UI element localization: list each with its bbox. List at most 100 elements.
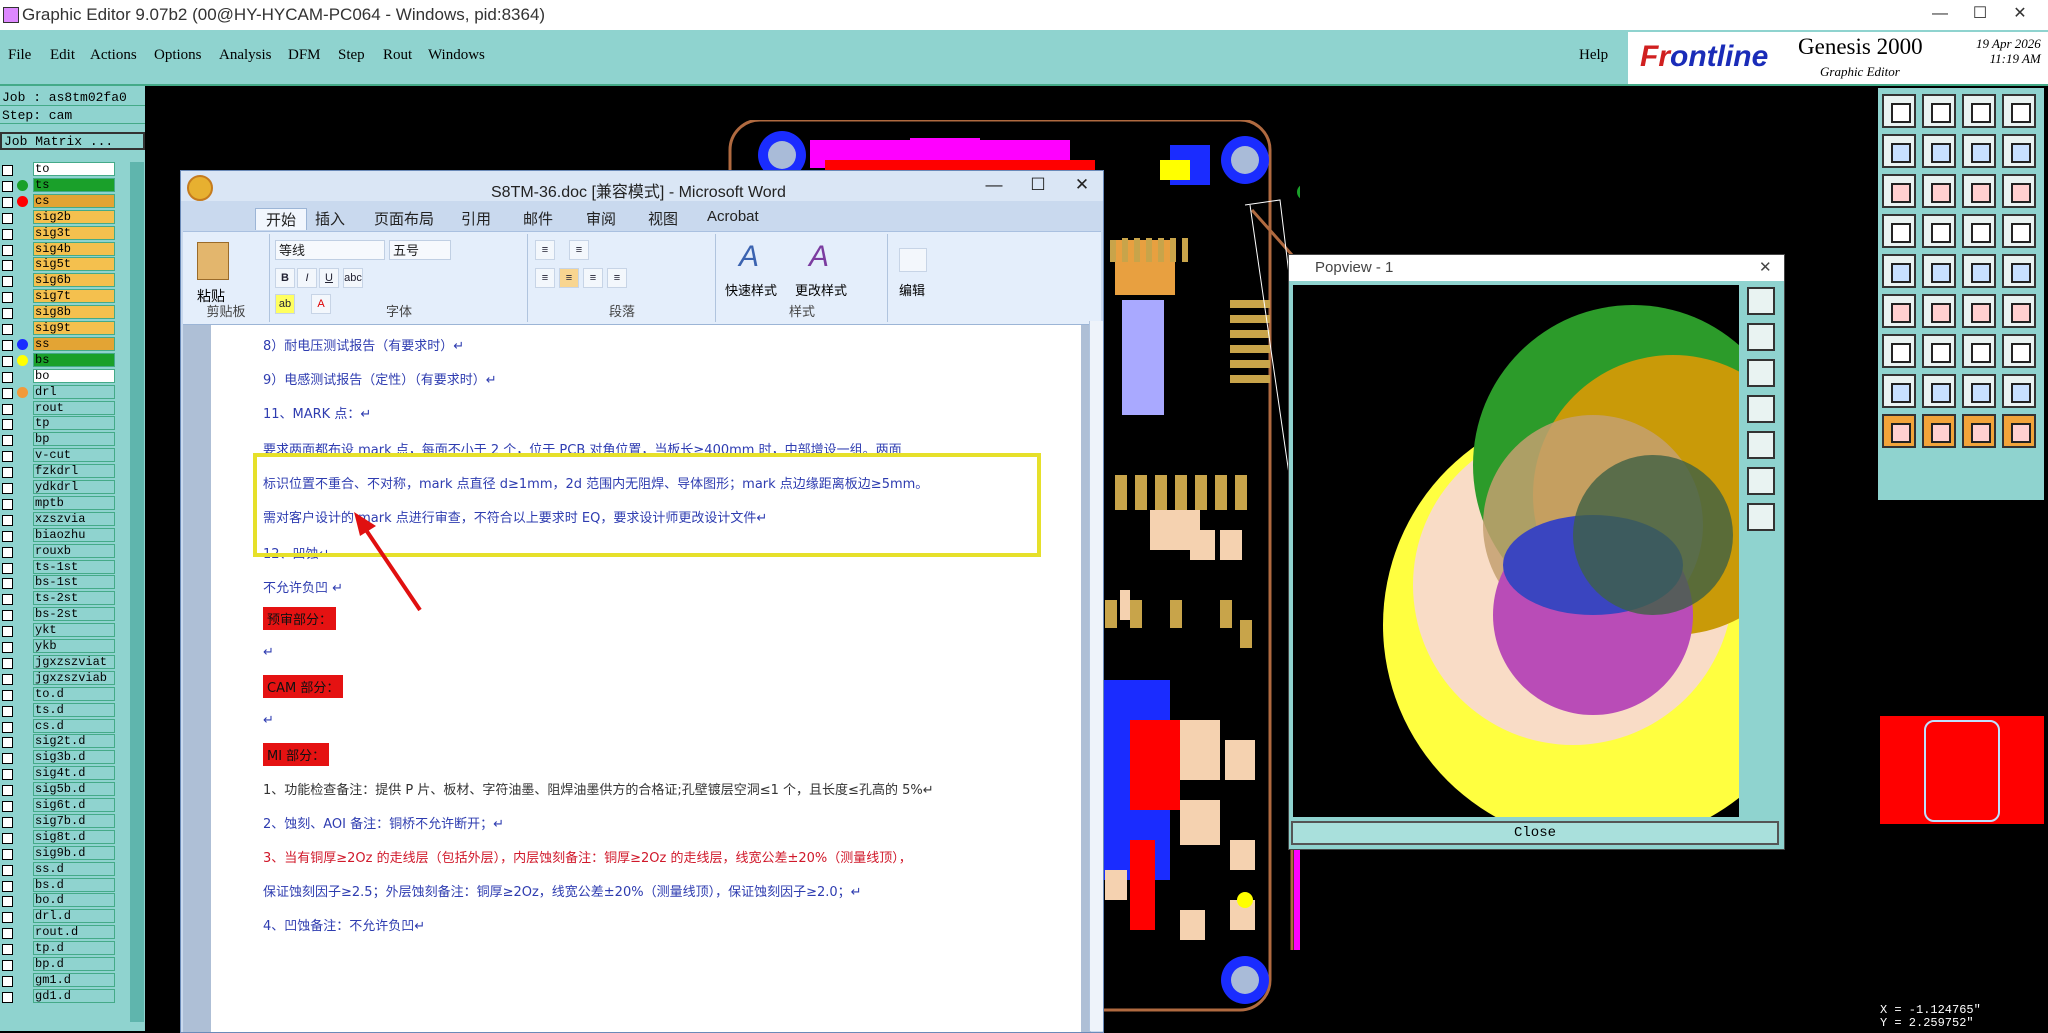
slash-icon[interactable] — [1922, 334, 1956, 368]
reset-icon[interactable] — [1747, 431, 1775, 459]
connect-icon[interactable] — [1962, 294, 1996, 328]
layer-row[interactable]: gm1.d — [0, 972, 130, 988]
pointer-b-icon[interactable] — [1922, 414, 1956, 448]
layer-row[interactable]: sig5b.d — [0, 782, 130, 797]
layer-row[interactable]: sig8b — [0, 305, 130, 320]
layer-checkbox[interactable] — [2, 180, 13, 192]
pointer-icon[interactable] — [1882, 414, 1916, 448]
minimize-button[interactable]: — — [1920, 2, 1960, 26]
line-icon[interactable] — [1962, 254, 1996, 288]
layer-checkbox[interactable] — [2, 546, 13, 558]
menu-windows[interactable]: Windows — [428, 47, 485, 64]
menu-step[interactable]: Step — [338, 47, 365, 64]
edit-button[interactable]: 编辑 — [899, 280, 925, 299]
underline-button[interactable]: U — [319, 268, 339, 288]
help-icon[interactable] — [2002, 174, 2036, 208]
layer-row[interactable]: ts — [0, 177, 130, 193]
layer-row[interactable]: bp — [0, 432, 130, 447]
paste-icon[interactable] — [197, 242, 229, 280]
layer-row[interactable]: sig2b — [0, 209, 130, 225]
quick-style-button[interactable]: 快速样式 — [725, 280, 777, 299]
layer-checkbox[interactable] — [2, 292, 13, 304]
layer-row[interactable]: sig4b — [0, 241, 130, 257]
layer-row[interactable]: sig2t.d — [0, 734, 130, 749]
layer-row[interactable]: rouxb — [0, 543, 130, 559]
layer-row[interactable]: cs.d — [0, 718, 130, 734]
layer-row[interactable]: ts-2st — [0, 591, 130, 606]
layer-row[interactable]: sig6b — [0, 273, 130, 288]
layer-checkbox[interactable] — [2, 673, 13, 685]
layer-row[interactable]: bp.d — [0, 957, 130, 972]
snap-icon[interactable] — [1922, 214, 1956, 248]
align-left-button[interactable]: ≡ — [535, 268, 555, 288]
justify-button[interactable]: ≡ — [607, 268, 627, 288]
tab-view[interactable]: 视图 — [648, 208, 678, 229]
menu-actions[interactable]: Actions — [90, 47, 137, 64]
layer-row[interactable]: biaozhu — [0, 527, 130, 543]
layer-checkbox[interactable] — [2, 419, 13, 431]
menu-help[interactable]: Help — [1579, 47, 1608, 64]
layer-checkbox[interactable] — [2, 483, 13, 494]
layer-row[interactable]: xzszvia — [0, 511, 130, 527]
layer-row[interactable]: sig9b.d — [0, 845, 130, 861]
layer-checkbox[interactable] — [2, 339, 13, 351]
layer-row[interactable]: ts.d — [0, 702, 130, 718]
node-icon[interactable] — [1882, 294, 1916, 328]
layer-checkbox[interactable] — [2, 212, 13, 224]
scale-icon[interactable] — [1962, 174, 1996, 208]
layer-row[interactable]: ss — [0, 336, 130, 352]
layer-row[interactable]: sig3b.d — [0, 750, 130, 765]
zoom-out-icon[interactable] — [1747, 323, 1775, 351]
layer-row[interactable]: sig6t.d — [0, 798, 130, 813]
layer-checkbox[interactable] — [2, 896, 13, 908]
layer-checkbox[interactable] — [2, 387, 13, 399]
layer-row[interactable]: rout.d — [0, 925, 130, 940]
tri-b-icon[interactable] — [1922, 374, 1956, 408]
layer-row[interactable]: tp.d — [0, 941, 130, 956]
grid-icon[interactable] — [2002, 94, 2036, 128]
layer-checkbox[interactable] — [2, 324, 13, 335]
layer-row[interactable]: bs.d — [0, 877, 130, 893]
word-close-button[interactable]: ✕ — [1064, 175, 1100, 197]
pointer-c-icon[interactable] — [1962, 414, 1996, 448]
symbols-icon[interactable] — [2002, 214, 2036, 248]
measure-icon[interactable] — [1962, 214, 1996, 248]
layer-row[interactable]: ss.d — [0, 861, 130, 877]
maximize-button[interactable]: ☐ — [1960, 2, 2000, 26]
tab-mailings[interactable]: 邮件 — [523, 208, 553, 229]
layer-row[interactable]: rout — [0, 400, 130, 416]
tab-acrobat[interactable]: Acrobat — [707, 208, 759, 225]
layer-checkbox[interactable] — [2, 960, 13, 971]
layer-checkbox[interactable] — [2, 928, 13, 940]
layer-checkbox[interactable] — [2, 753, 13, 765]
layer-checkbox[interactable] — [2, 689, 13, 701]
fit-icon[interactable] — [1882, 174, 1916, 208]
layer-checkbox[interactable] — [2, 626, 13, 638]
center-icon[interactable] — [1922, 174, 1956, 208]
layer-row[interactable]: mptb — [0, 495, 130, 511]
pad-icon[interactable] — [2002, 254, 2036, 288]
numbering-button[interactable]: ≡ — [569, 240, 589, 260]
layer-checkbox[interactable] — [2, 594, 13, 606]
menu-analysis[interactable]: Analysis — [219, 47, 272, 64]
layer-row[interactable]: ts-1st — [0, 559, 130, 575]
layer-checkbox[interactable] — [2, 848, 13, 860]
grid-toggle-icon[interactable] — [1747, 467, 1775, 495]
layer-checkbox[interactable] — [2, 975, 13, 987]
layer-row[interactable]: to — [0, 162, 130, 177]
layer-checkbox[interactable] — [2, 944, 13, 956]
bullets-button[interactable]: ≡ — [535, 240, 555, 260]
board-top-icon[interactable] — [1882, 94, 1916, 128]
layer-checkbox[interactable] — [2, 912, 13, 924]
layer-checkbox[interactable] — [2, 276, 13, 288]
layer-checkbox[interactable] — [2, 498, 13, 510]
spacing-icon[interactable] — [2002, 134, 2036, 168]
layer-row[interactable]: cs — [0, 193, 130, 209]
tab-references[interactable]: 引用 — [461, 208, 491, 229]
layer-row[interactable]: v-cut — [0, 448, 130, 463]
tab-insert[interactable]: 插入 — [315, 208, 345, 229]
align-right-button[interactable]: ≡ — [583, 268, 603, 288]
tab-home[interactable]: 开始 — [255, 208, 308, 230]
document-scrollbar[interactable] — [1089, 321, 1103, 1031]
document-page[interactable]: 8）耐电压测试报告（有要求时）↵ 9）电感测试报告（定性）（有要求时）↵ 11、… — [211, 325, 1081, 1032]
